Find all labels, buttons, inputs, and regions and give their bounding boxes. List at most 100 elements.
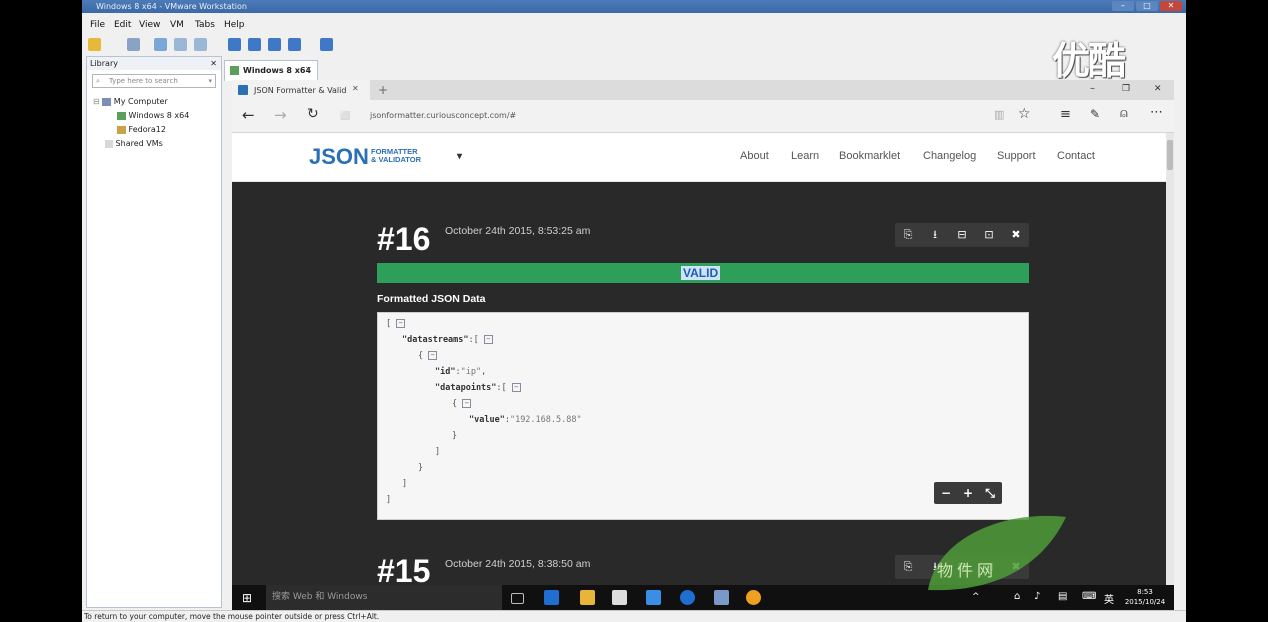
collapse-node-icon[interactable]: −	[428, 351, 438, 360]
menu-edit[interactable]: Edit	[114, 20, 131, 30]
close-tab-icon[interactable]: ✕	[305, 65, 312, 74]
collapse-all-icon[interactable]: ⊟	[949, 223, 975, 247]
menu-help[interactable]: Help	[224, 20, 245, 30]
task-view-icon[interactable]	[511, 593, 524, 604]
more-icon[interactable]: ⋯	[1150, 105, 1163, 120]
hub-icon[interactable]: ≡	[1060, 107, 1071, 122]
vm-icon	[117, 125, 126, 134]
menu-view[interactable]: View	[139, 20, 160, 30]
reading-view-icon[interactable]: ▥	[994, 108, 1004, 121]
taskbar-clock[interactable]: 8:53 2015/10/24	[1120, 587, 1170, 607]
start-windows-icon[interactable]: ⊞	[242, 591, 252, 605]
url-field[interactable]: ⬜ jsonformatter.curiousconcept.com/#	[340, 107, 980, 125]
fullscreen-icon[interactable]: ⤡	[979, 482, 1001, 504]
browser-tab[interactable]: JSON Formatter & Valid ✕	[232, 80, 370, 100]
tree-label: My Computer	[113, 97, 168, 106]
tree-fedora12[interactable]: Fedora12	[117, 125, 166, 134]
keyboard-icon[interactable]: ⌨	[1082, 591, 1096, 602]
lock-icon: ⬜	[340, 111, 350, 120]
json-line: }	[418, 463, 424, 473]
console-view-icon[interactable]	[320, 38, 333, 51]
logo-json: JSON	[309, 144, 369, 169]
collapse-node-icon[interactable]: −	[396, 319, 406, 328]
minimize-button[interactable]: –	[1112, 1, 1134, 11]
menu-file[interactable]: File	[90, 20, 105, 30]
collapse-node-icon[interactable]: −	[511, 383, 521, 392]
zoom-out-icon[interactable]: −	[935, 482, 957, 504]
new-tab-icon[interactable]: +	[378, 83, 388, 97]
tree-windows-8[interactable]: Windows 8 x64	[117, 111, 189, 120]
maximize-button[interactable]: □	[1136, 1, 1158, 11]
taskbar-search-placeholder: 搜索 Web 和 Windows	[272, 592, 368, 602]
close-button[interactable]: ✕	[1160, 1, 1182, 11]
thumbnail-bar-icon[interactable]	[248, 38, 261, 51]
vm-tab-windows8[interactable]: Windows 8 x64 ✕	[224, 60, 318, 81]
chevron-down-icon[interactable]: ▾	[208, 75, 212, 87]
revert-snapshot-icon[interactable]	[174, 38, 187, 51]
collapse-icon[interactable]: ⊟	[93, 97, 100, 106]
page-scrollbar[interactable]	[1166, 133, 1174, 585]
close-window-icon[interactable]: ✕	[1154, 84, 1162, 94]
collapse-node-icon[interactable]: −	[462, 399, 472, 408]
close-library-icon[interactable]: ✕	[210, 57, 217, 70]
nav-learn[interactable]: Learn	[791, 150, 819, 162]
share-icon[interactable]: ⍝	[1120, 106, 1128, 121]
expand-icon[interactable]: ⊡	[976, 223, 1002, 247]
download-icon[interactable]: ⭳	[922, 223, 948, 247]
app2-icon[interactable]	[714, 590, 729, 605]
vm-tab-bar: Windows 8 x64 ✕	[224, 60, 1186, 81]
zoom-in-icon[interactable]: +	[957, 482, 979, 504]
nav-support[interactable]: Support	[997, 150, 1036, 162]
nav-about[interactable]: About	[740, 150, 769, 162]
nav-bookmarklet[interactable]: Bookmarklet	[839, 150, 900, 162]
computer-icon	[102, 97, 112, 106]
status-text: To return to your computer, move the mou…	[84, 612, 380, 621]
menu-tabs[interactable]: Tabs	[195, 20, 215, 30]
scrollbar-thumb[interactable]	[1167, 140, 1173, 170]
nav-changelog[interactable]: Changelog	[923, 150, 976, 162]
site-logo[interactable]: JSON FORMATTER & VALIDATOR ▾	[309, 144, 462, 169]
tree-my-computer[interactable]: ⊟ My Computer	[93, 97, 168, 106]
show-library-icon[interactable]	[228, 38, 241, 51]
ie-icon[interactable]	[680, 590, 695, 605]
edge-browser: JSON Formatter & Valid ✕ + – ❐ ✕ ← → ↻ ⬜…	[232, 80, 1174, 585]
logo-dropdown-caret-icon[interactable]: ▾	[457, 145, 462, 169]
vm-running-icon	[230, 66, 239, 75]
collapse-node-icon[interactable]: −	[483, 335, 493, 344]
json-value: "ip"	[460, 367, 482, 377]
refresh-icon[interactable]: ↻	[307, 106, 319, 122]
close-tab-icon[interactable]: ✕	[352, 84, 359, 93]
input-method-icon[interactable]: 英	[1104, 591, 1114, 606]
file-explorer-icon[interactable]	[580, 590, 595, 605]
json-key: "value"	[469, 415, 505, 425]
menu-vm[interactable]: VM	[170, 20, 184, 30]
tree-label: Fedora12	[128, 125, 166, 134]
favicon-checkbox-icon	[238, 85, 248, 95]
forward-arrow-icon[interactable]: →	[274, 106, 287, 124]
edge-taskbar-icon[interactable]	[544, 590, 559, 605]
nav-contact[interactable]: Contact	[1057, 150, 1095, 162]
json-output-box[interactable]: [ − "datastreams":[ − { − "id":"ip", "da…	[377, 312, 1029, 520]
full-screen-icon[interactable]	[268, 38, 281, 51]
library-search-input[interactable]: ⌕ Type here to search ▾	[92, 74, 216, 88]
remove-icon[interactable]: ✖	[1003, 223, 1029, 247]
snapshot-icon[interactable]	[154, 38, 167, 51]
tree-shared-vms[interactable]: Shared VMs	[105, 139, 163, 148]
copy-icon[interactable]: ⎘	[895, 223, 921, 247]
send-ctrl-alt-del-icon[interactable]	[127, 38, 140, 51]
power-icon[interactable]	[88, 38, 101, 51]
site-header: JSON FORMATTER & VALIDATOR ▾ About Learn…	[232, 133, 1166, 182]
store-icon[interactable]	[612, 590, 627, 605]
taskbar-search-box[interactable]: 搜索 Web 和 Windows	[266, 585, 502, 610]
restore-icon[interactable]: ❐	[1122, 84, 1130, 94]
snapshot-manager-icon[interactable]	[194, 38, 207, 51]
logo-validator: & VALIDATOR	[371, 155, 421, 164]
web-note-icon[interactable]: ✎	[1090, 107, 1100, 121]
app-icon[interactable]	[646, 590, 661, 605]
back-arrow-icon[interactable]: ←	[242, 106, 255, 124]
vmware-toolbar	[82, 35, 1186, 55]
unity-icon[interactable]	[288, 38, 301, 51]
app3-icon[interactable]	[746, 590, 761, 605]
json-bracket: [	[386, 319, 392, 329]
favorite-star-icon[interactable]: ☆	[1018, 106, 1031, 122]
